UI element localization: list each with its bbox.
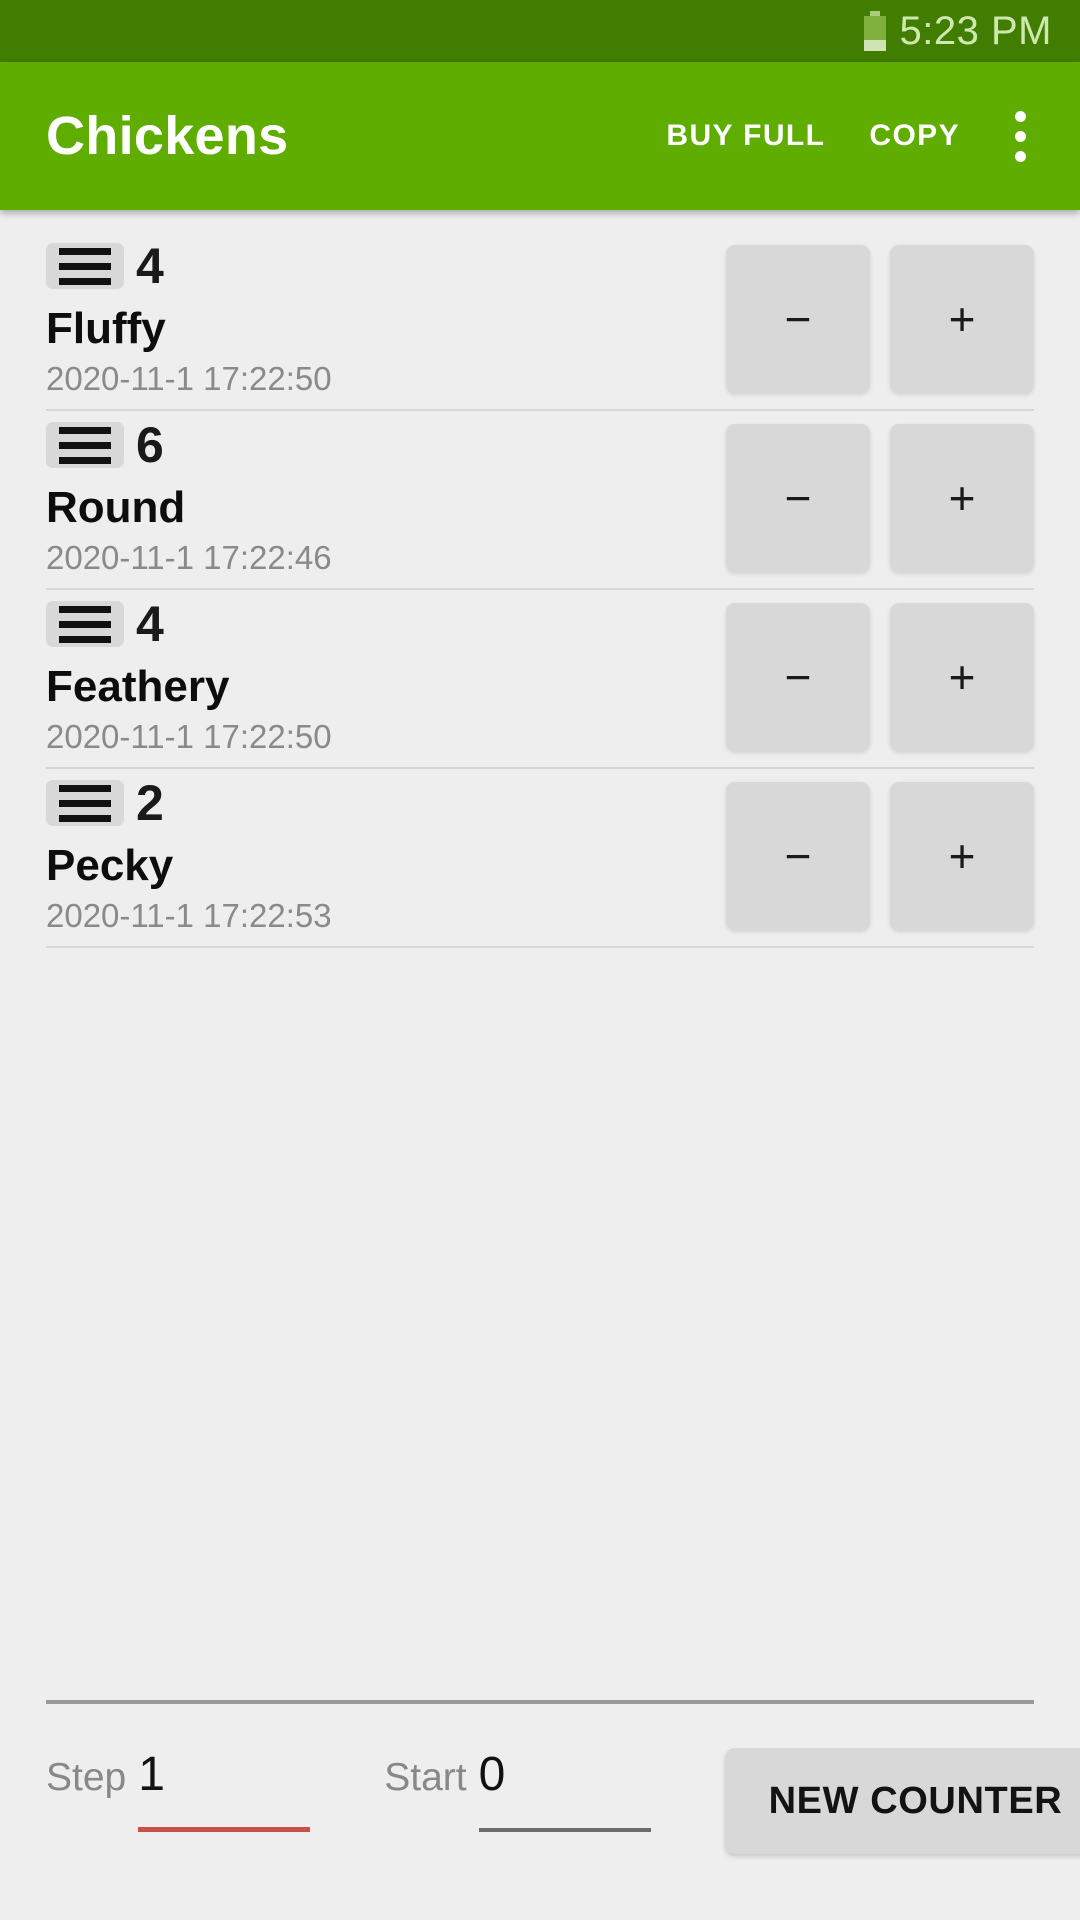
counter-count: 6 [136,417,164,473]
counter-timestamp: 2020-11-1 17:22:53 [46,897,332,934]
decrement-button[interactable]: − [726,424,870,572]
increment-button[interactable]: + [890,245,1034,393]
status-bar-clock: 5:23 PM [899,9,1052,53]
app-bar: Chickens BUY FULL COPY [0,62,1080,210]
counter-count: 2 [136,775,164,831]
counter-list: 4 Fluffy 2020-11-1 17:22:50− +6 Round 2020-11… [0,210,1080,1700]
step-input[interactable]: 1 [138,1748,311,1832]
drag-handle-icon[interactable] [46,780,124,826]
status-bar: 5:23 PM [0,0,1080,62]
page-title: Chickens [46,106,289,166]
counter-timestamp: 2020-11-1 17:22:50 [46,718,332,755]
decrement-button[interactable]: − [726,782,870,930]
counter-row[interactable]: 2 Pecky 2020-11-1 17:22:53 − + [0,769,1080,948]
start-input[interactable]: 0 [478,1748,651,1832]
counter-row[interactable]: 6 Round 2020-11-1 17:22:46 − + [0,411,1080,590]
copy-button[interactable]: COPY [847,101,982,171]
counter-row[interactable]: 4 Fluffy 2020-11-1 17:22:50 − + [0,232,1080,411]
counter-count: 4 [136,596,164,652]
start-field-group: Start 0 [384,1748,651,1832]
app-screen: 5:23 PM Chickens BUY FULL COPY 4 Fluffy 20… [0,0,1080,1920]
counter-count: 4 [136,238,164,294]
counter-timestamp: 2020-11-1 17:22:46 [46,539,332,576]
decrement-button[interactable]: − [726,603,870,751]
start-value: 0 [478,1748,506,1801]
step-value: 1 [138,1748,165,1801]
new-counter-button[interactable]: NEW COUNTER [724,1748,1080,1854]
increment-button[interactable]: + [890,782,1034,930]
drag-handle-icon[interactable] [46,422,124,468]
counter-name: Pecky [46,841,174,890]
counter-row[interactable]: 4 Feathery 2020-11-1 17:22:50 − + [0,590,1080,769]
bottom-divider [46,1700,1034,1704]
drag-handle-icon[interactable] [46,601,124,647]
decrement-button[interactable]: − [726,245,870,393]
battery-icon [863,11,886,51]
start-input-underline [478,1828,651,1832]
counter-name: Round [46,483,186,532]
increment-button[interactable]: + [890,424,1034,572]
counter-timestamp: 2020-11-1 17:22:50 [46,360,332,397]
bottom-bar: Step 1 Start 0 NEW COUNTER [0,1700,1080,1920]
buy-full-button[interactable]: BUY FULL [644,101,847,171]
start-label: Start [384,1756,467,1799]
increment-button[interactable]: + [890,603,1034,751]
drag-handle-icon[interactable] [46,243,124,289]
step-label: Step [46,1756,127,1799]
counter-name: Fluffy [46,304,166,353]
counter-name: Feathery [46,662,230,711]
step-field-group: Step 1 [46,1748,311,1832]
more-vertical-icon[interactable] [988,97,1052,175]
step-input-underline [138,1827,311,1832]
